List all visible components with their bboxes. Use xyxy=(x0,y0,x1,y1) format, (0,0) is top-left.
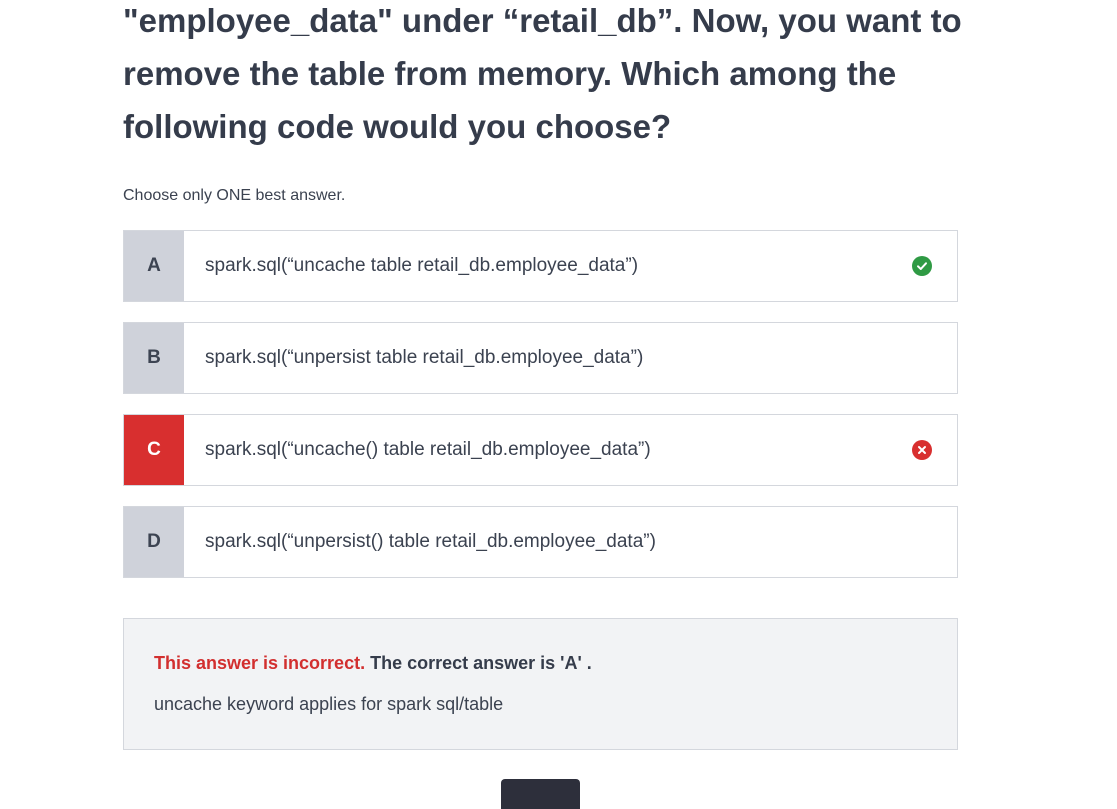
question-text: "employee_data" under “retail_db”. Now, … xyxy=(123,2,962,145)
option-letter-b: B xyxy=(124,323,184,393)
answer-instruction: Choose only ONE best answer. xyxy=(123,187,346,204)
option-text-d: spark.sql(“unpersist() table retail_db.e… xyxy=(205,531,656,552)
option-text-c: spark.sql(“uncache() table retail_db.emp… xyxy=(205,439,651,460)
option-a-status xyxy=(887,231,957,301)
option-letter-c: C xyxy=(124,415,184,485)
incorrect-label: This answer is incorrect. xyxy=(154,653,366,673)
x-circle-icon xyxy=(912,440,932,460)
explanation-text: uncache keyword applies for spark sql/ta… xyxy=(154,694,504,714)
option-b[interactable]: B spark.sql(“unpersist table retail_db.e… xyxy=(123,322,958,394)
option-letter-a: A xyxy=(124,231,184,301)
next-button[interactable] xyxy=(501,779,580,809)
option-c-status xyxy=(887,415,957,485)
check-circle-icon xyxy=(912,256,932,276)
option-text-a: spark.sql(“uncache table retail_db.emplo… xyxy=(205,255,639,276)
feedback-panel: This answer is incorrect. The correct an… xyxy=(123,618,958,750)
option-d[interactable]: D spark.sql(“unpersist() table retail_db… xyxy=(123,506,958,578)
option-letter-d: D xyxy=(124,507,184,577)
option-a[interactable]: A spark.sql(“uncache table retail_db.emp… xyxy=(123,230,958,302)
option-b-status xyxy=(887,323,957,393)
option-text-b: spark.sql(“unpersist table retail_db.emp… xyxy=(205,347,644,368)
option-c[interactable]: C spark.sql(“uncache() table retail_db.e… xyxy=(123,414,958,486)
feedback-result: This answer is incorrect. The correct an… xyxy=(154,653,592,674)
option-d-status xyxy=(887,507,957,577)
correct-answer-text: The correct answer is 'A' . xyxy=(370,653,592,673)
